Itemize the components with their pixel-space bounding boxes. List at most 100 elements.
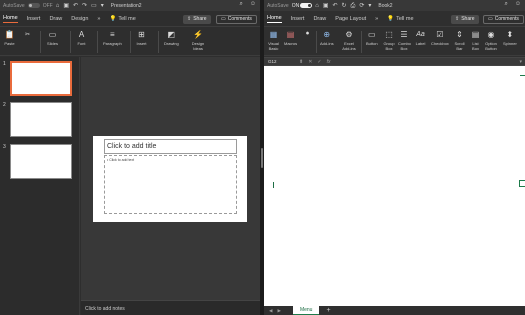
label-icon: Aa: [416, 31, 425, 38]
visual-basic-button[interactable]: ▦ Visual Basic: [267, 29, 280, 51]
insert-icon: ⊞: [138, 30, 145, 39]
lightbulb-icon: 💡: [387, 16, 395, 22]
add-sheet-button[interactable]: +: [326, 307, 330, 314]
redo-icon[interactable]: ↻: [342, 3, 347, 9]
design-ideas-label: Design Ideas: [191, 41, 205, 51]
comments-label: Comments: [494, 16, 519, 22]
font-label: Font: [77, 41, 86, 46]
paragraph-button[interactable]: ≡ Paragraph: [103, 29, 122, 47]
record-macro-tools[interactable]: ⏺: [302, 29, 313, 42]
group-box-icon: ⬚: [385, 30, 393, 39]
addins-icon: ⊕: [323, 30, 331, 39]
slideshow-icon[interactable]: ▭: [91, 3, 97, 9]
prev-sheet-icon[interactable]: ◀: [269, 308, 272, 314]
option-button-control[interactable]: ◉ Option Button: [484, 29, 498, 51]
home-icon[interactable]: ⌂: [56, 3, 60, 9]
title-placeholder[interactable]: Click to add title: [104, 139, 237, 154]
sync-icon[interactable]: ⟳: [359, 3, 364, 9]
stepper-icon[interactable]: ⬍: [299, 59, 303, 65]
save-icon[interactable]: ▣: [323, 3, 329, 9]
account-icon[interactable]: ☺: [515, 1, 521, 8]
name-box[interactable]: G12: [266, 58, 294, 65]
tab-insert[interactable]: Insert: [291, 16, 305, 22]
addins-button[interactable]: ⊕ Add-ins: [320, 29, 334, 47]
group-box-control[interactable]: ⬚ Group Box: [383, 29, 395, 51]
list-box-control[interactable]: ▤ List Box: [470, 29, 481, 51]
form-button-control[interactable]: ▭ Button: [366, 29, 378, 47]
undo-icon[interactable]: ↶: [73, 3, 78, 9]
comments-button[interactable]: ▭ Comments: [483, 14, 524, 24]
scroll-bar-control[interactable]: ⇕ Scroll Bar: [454, 29, 465, 51]
tab-insert[interactable]: Insert: [27, 16, 41, 22]
macros-button[interactable]: ▤ Macros: [284, 29, 297, 47]
drawing-button[interactable]: ◩ Drawing: [164, 29, 179, 47]
insert-button[interactable]: ⊞ Insert: [136, 29, 147, 47]
ppt-autosave-label: AutoSave: [3, 2, 25, 9]
ppt-autosave-toggle[interactable]: [27, 3, 40, 8]
more-tabs-icon[interactable]: »: [375, 16, 378, 22]
tell-me-field[interactable]: Tell me: [396, 16, 413, 22]
spinner-control[interactable]: ⬍ Spinner: [503, 29, 517, 47]
paste-button[interactable]: 📋 Paste: [4, 29, 15, 47]
comments-button[interactable]: ▭ Comments: [216, 14, 257, 24]
customize-chevron-icon[interactable]: ▾: [368, 3, 371, 9]
clipboard-tools[interactable]: ✂: [22, 29, 33, 42]
slide-thumbnail-2[interactable]: [10, 102, 72, 137]
search-icon[interactable]: ⌕: [504, 1, 507, 8]
tab-home[interactable]: Home: [3, 15, 18, 23]
checkbox-control[interactable]: ☑ Checkbox: [431, 29, 449, 47]
body-placeholder[interactable]: • Click to add text: [104, 155, 237, 214]
undo-icon[interactable]: ↶: [332, 3, 337, 9]
macros-icon: ▤: [286, 30, 295, 39]
excel-autosave-toggle[interactable]: [300, 3, 313, 8]
search-icon[interactable]: ⌕: [239, 1, 242, 8]
comment-icon: ▭: [488, 16, 493, 22]
print-icon[interactable]: ⎙: [351, 3, 356, 9]
ribbon-separator: [361, 31, 362, 53]
lightbulb-icon: 💡: [109, 16, 117, 22]
share-button[interactable]: ⇪ Share: [451, 14, 479, 24]
excel-addins-button[interactable]: ⚙ Excel Add-ins: [341, 29, 357, 51]
comments-label: Comments: [227, 16, 252, 22]
tab-draw[interactable]: Draw: [313, 16, 326, 22]
formula-chevron-icon[interactable]: ▾: [519, 59, 522, 65]
fx-icon[interactable]: fx: [327, 59, 331, 65]
tab-design[interactable]: Design: [71, 16, 88, 22]
slides-button[interactable]: ▭ Slides: [47, 29, 58, 47]
label-control[interactable]: Aa Label: [415, 29, 426, 47]
share-button[interactable]: ⇪ Share: [183, 14, 211, 24]
combo-box-control[interactable]: ☰ Combo Box: [398, 29, 411, 51]
customize-chevron-icon[interactable]: ▾: [101, 3, 104, 9]
tell-me-field[interactable]: Tell me: [118, 16, 135, 22]
button-control-label: Button: [366, 41, 378, 46]
notes-pane[interactable]: Click to add notes: [81, 300, 260, 315]
powerpoint-window: AutoSave OFF ⌂ ▣ ↶ ↷ ▭ ▾ Presentation2 ⌕…: [0, 0, 260, 315]
design-ideas-button[interactable]: ⚡ Design Ideas: [190, 29, 206, 51]
ribbon-separator: [130, 31, 131, 53]
worksheet-grid[interactable]: [264, 66, 525, 306]
sheet-tab-menu[interactable]: Menu: [292, 306, 320, 315]
account-icon[interactable]: ☺: [250, 1, 256, 8]
save-icon[interactable]: ▣: [63, 3, 69, 9]
tab-home[interactable]: Home: [267, 15, 282, 23]
visual-basic-label: Visual Basic: [268, 41, 279, 51]
tab-draw[interactable]: Draw: [49, 16, 62, 22]
home-icon[interactable]: ⌂: [315, 3, 319, 9]
option-button-icon: ◉: [487, 30, 495, 39]
slide-thumbnail-1[interactable]: [10, 61, 72, 96]
font-icon: A: [78, 30, 85, 39]
slide-thumbnail-3[interactable]: [10, 144, 72, 179]
paste-label: Paste: [4, 41, 15, 46]
enter-icon[interactable]: ✓: [317, 59, 321, 65]
font-button[interactable]: A Font: [76, 29, 87, 47]
cancel-icon[interactable]: ✕: [308, 59, 312, 65]
ppt-document-title: Presentation2: [110, 2, 142, 9]
tab-page-layout[interactable]: Page Layout: [335, 16, 366, 22]
excel-document-title: Book2: [378, 2, 393, 9]
next-sheet-icon[interactable]: ▶: [277, 308, 280, 314]
label-control-label: Label: [415, 41, 426, 46]
slide-number: 2: [3, 102, 6, 108]
design-ideas-icon: ⚡: [193, 30, 203, 39]
more-tabs-icon[interactable]: »: [97, 16, 100, 22]
redo-icon[interactable]: ↷: [82, 3, 87, 9]
